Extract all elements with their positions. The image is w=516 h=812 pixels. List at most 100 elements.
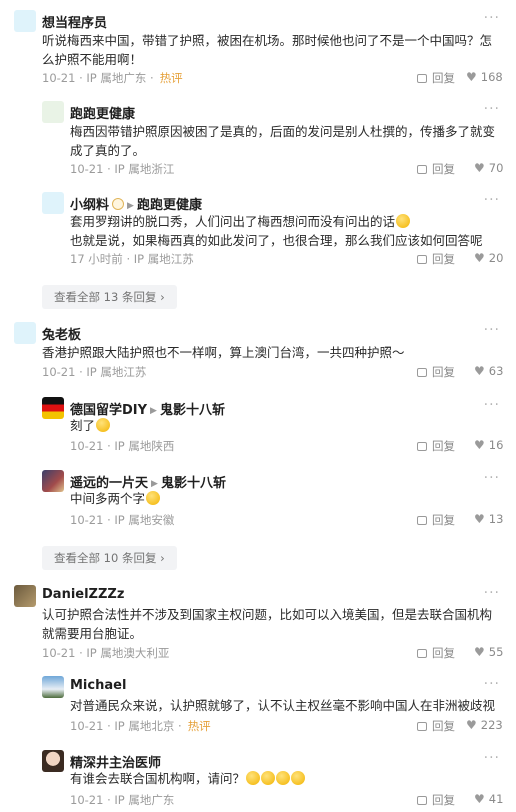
more-dots-icon[interactable]: ··· — [484, 10, 500, 26]
reply-to-name[interactable]: 跑跑更健康 — [137, 198, 202, 213]
comment-text: 中间多两个字 — [70, 489, 502, 508]
user-avatar[interactable] — [42, 192, 64, 214]
commenter-name[interactable]: 兔老板 — [42, 324, 81, 343]
user-avatar[interactable] — [14, 585, 36, 607]
comment-meta: 10-21 · IP 属地澳大利亚 — [42, 646, 170, 660]
reply-bubble-icon — [417, 255, 427, 264]
meta-text: 10-21 · IP 属地广东 · — [42, 71, 154, 85]
commenter-name[interactable]: Michael — [70, 678, 126, 693]
comment-feed: 想当程序员 ··· 听说梅西来中国，带错了护照，被困在机场。那时候他也问了不是一… — [0, 0, 516, 812]
comment-text: 刻了 — [70, 416, 502, 435]
reply-button[interactable]: 回复 — [417, 512, 455, 528]
like-count: 223 — [480, 718, 503, 732]
reply-label: 回复 — [432, 162, 455, 176]
heart-icon: ♥ — [474, 512, 485, 526]
commenter-name[interactable]: 跑跑更健康 — [70, 103, 135, 122]
user-avatar[interactable] — [42, 750, 64, 772]
user-avatar[interactable] — [42, 470, 64, 492]
commenter-name[interactable]: 小纲料 ▶ 跑跑更健康 — [70, 194, 202, 213]
reply-button[interactable]: 回复 — [417, 364, 455, 380]
reply-arrow-icon: ▶ — [127, 201, 134, 211]
name-text: 小纲料 — [70, 198, 110, 213]
comment-meta: 10-21 · IP 属地安徽 — [70, 513, 175, 527]
comment-meta: 10-21 · IP 属地北京 · 热评 — [70, 718, 211, 734]
like-button[interactable]: ♥ 70 — [474, 161, 503, 175]
reply-label: 回复 — [432, 439, 455, 453]
laughing-emoji-icon — [146, 491, 161, 505]
reply-button[interactable]: 回复 — [417, 161, 455, 177]
comment-text: 有谁会去联合国机构啊，请问？ — [70, 769, 502, 788]
view-all-replies-button[interactable]: 查看全部 10 条回复 › — [42, 546, 177, 570]
reply-button[interactable]: 回复 — [417, 251, 455, 267]
like-button[interactable]: ♥ 13 — [474, 512, 503, 526]
view-all-replies-button[interactable]: 查看全部 13 条回复 › — [42, 285, 177, 309]
like-button[interactable]: ♥ 168 — [466, 70, 503, 84]
heart-icon: ♥ — [474, 364, 485, 378]
text-line-1: 套用罗翔讲的脱口秀，人们问出了梅西想问而没有问出的话 — [70, 214, 396, 229]
comment-text: 认可护照合法性并不涉及到国家主权问题，比如可以入境美国，但是去联合国机构就需要用… — [42, 607, 493, 641]
comment-meta: 10-21 · IP 属地陕西 — [70, 439, 175, 453]
like-button[interactable]: ♥ 223 — [466, 718, 503, 732]
reply-label: 回复 — [432, 71, 455, 85]
commenter-name[interactable]: 想当程序员 — [42, 12, 107, 31]
hot-badge: 热评 — [187, 719, 211, 733]
heart-icon: ♥ — [474, 251, 485, 265]
more-dots-icon[interactable]: ··· — [484, 101, 500, 117]
reply-button[interactable]: 回复 — [417, 792, 455, 808]
comment-meta: 17 小时前 · IP 属地江苏 — [70, 252, 194, 266]
more-dots-icon[interactable]: ··· — [484, 192, 500, 208]
like-count: 13 — [488, 512, 504, 526]
reply-button[interactable]: 回复 — [417, 70, 455, 86]
more-dots-icon[interactable]: ··· — [484, 585, 500, 601]
heart-icon: ♥ — [474, 792, 485, 806]
laughing-emoji-icon — [276, 771, 291, 785]
reply-bubble-icon — [417, 516, 427, 525]
text-line-1: 有谁会去联合国机构啊，请问？ — [70, 771, 246, 786]
reply-arrow-icon: ▶ — [151, 479, 158, 489]
reply-bubble-icon — [417, 368, 427, 377]
heart-icon: ♥ — [474, 645, 485, 659]
heart-icon: ♥ — [474, 438, 485, 452]
like-count: 55 — [488, 645, 504, 659]
text-line-2: 也就是说，如果梅西真的如此发问了，也很合理，那么我们应该如何回答呢 — [70, 233, 483, 248]
like-count: 63 — [488, 364, 504, 378]
meta-text: 10-21 · IP 属地北京 · — [70, 719, 182, 733]
heart-icon: ♥ — [466, 718, 477, 732]
laughing-emoji-icon — [96, 418, 111, 432]
comment-meta: 10-21 · IP 属地江苏 — [42, 365, 147, 379]
laughing-emoji-icon — [396, 214, 411, 228]
reply-button[interactable]: 回复 — [417, 438, 455, 454]
reply-bubble-icon — [417, 165, 427, 174]
reply-bubble-icon — [417, 649, 427, 658]
more-dots-icon[interactable]: ··· — [484, 470, 500, 486]
like-button[interactable]: ♥ 16 — [474, 438, 503, 452]
like-button[interactable]: ♥ 55 — [474, 645, 503, 659]
comment-text: 香港护照跟大陆护照也不一样啊，算上澳门台湾，一共四种护照～ — [42, 345, 405, 360]
reply-button[interactable]: 回复 — [417, 645, 455, 661]
comment-text: 听说梅西来中国，带错了护照，被困在机场。那时候他也问了不是一个中国吗？怎么护照不… — [42, 33, 493, 67]
commenter-name[interactable]: DanielZZZz — [42, 587, 124, 602]
more-dots-icon[interactable]: ··· — [484, 676, 500, 692]
heart-icon: ♥ — [474, 161, 485, 175]
user-avatar[interactable] — [42, 101, 64, 123]
more-dots-icon[interactable]: ··· — [484, 322, 500, 338]
laughing-emoji-icon — [291, 771, 306, 785]
like-button[interactable]: ♥ 63 — [474, 364, 503, 378]
reply-label: 回复 — [432, 793, 455, 807]
like-button[interactable]: ♥ 41 — [474, 792, 503, 806]
reply-button[interactable]: 回复 — [417, 718, 455, 734]
user-avatar[interactable] — [42, 676, 64, 698]
like-button[interactable]: ♥ 20 — [474, 251, 503, 265]
like-count: 168 — [480, 70, 503, 84]
reply-bubble-icon — [417, 722, 427, 731]
comment-meta: 10-21 · IP 属地广东 — [70, 793, 175, 807]
more-dots-icon[interactable]: ··· — [484, 397, 500, 413]
reply-arrow-icon: ▶ — [150, 406, 157, 416]
laughing-emoji-icon — [246, 771, 261, 785]
user-avatar[interactable] — [14, 10, 36, 32]
more-dots-icon[interactable]: ··· — [484, 750, 500, 766]
user-avatar[interactable] — [14, 322, 36, 344]
comment-meta: 10-21 · IP 属地广东 · 热评 — [42, 70, 183, 86]
reply-label: 回复 — [432, 646, 455, 660]
user-avatar[interactable] — [42, 397, 64, 419]
